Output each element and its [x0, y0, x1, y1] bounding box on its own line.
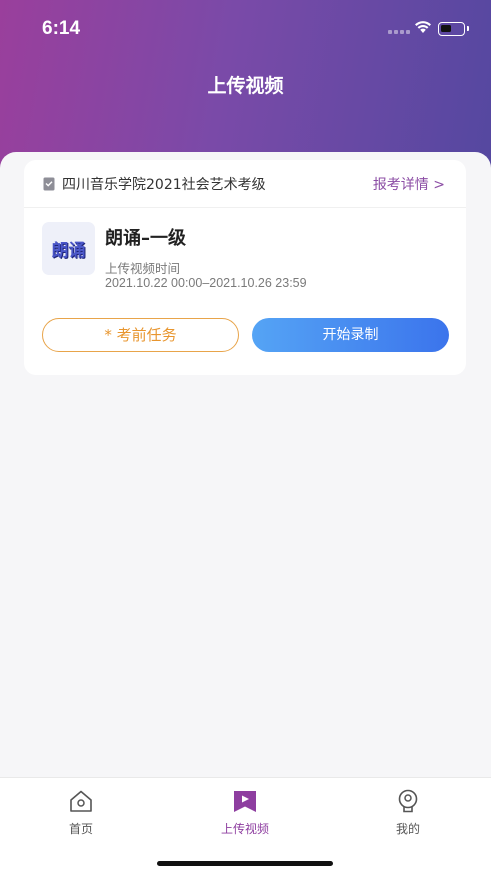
thumbnail-text: 朗诵	[51, 241, 86, 261]
upload-time-range: 2021.10.22 00:00–2021.10.26 23:59	[105, 276, 307, 290]
tab-upload-video[interactable]: 上传视频	[205, 788, 285, 837]
upload-time-label: 上传视频时间	[105, 261, 181, 276]
document-icon	[43, 177, 55, 191]
tab-mine[interactable]: 我的	[368, 788, 448, 837]
card-header: 四川音乐学院2021社会艺术考级 报考详情 >	[24, 160, 466, 208]
tab-upload-video-label: 上传视频	[220, 822, 269, 836]
subject-thumbnail: 朗诵	[42, 222, 95, 275]
wifi-icon	[415, 21, 431, 33]
status-bar: 6:14	[0, 0, 491, 60]
subject-title: 朗诵–一级	[105, 228, 186, 249]
exam-organization: 四川音乐学院2021社会艺术考级	[62, 177, 266, 193]
tab-home[interactable]: 首页	[41, 788, 121, 837]
home-icon	[70, 790, 92, 812]
exam-card: 四川音乐学院2021社会艺术考级 报考详情 > 朗诵 朗诵–一级 上传视频时间 …	[24, 160, 466, 375]
registration-details-link[interactable]: 报考详情 >	[373, 174, 445, 194]
battery-icon	[438, 22, 469, 36]
status-time: 6:14	[42, 18, 81, 39]
profile-icon	[398, 789, 418, 813]
home-indicator[interactable]	[157, 861, 333, 866]
start-recording-button[interactable]: 开始录制	[252, 318, 449, 352]
tab-home-label: 首页	[68, 822, 93, 836]
tab-mine-label: 我的	[395, 822, 420, 836]
pre-exam-task-button[interactable]: * 考前任务	[42, 318, 239, 352]
page-title: 上传视频	[207, 75, 284, 97]
cellular-signal-icon	[388, 30, 410, 34]
upload-video-icon	[234, 791, 256, 812]
